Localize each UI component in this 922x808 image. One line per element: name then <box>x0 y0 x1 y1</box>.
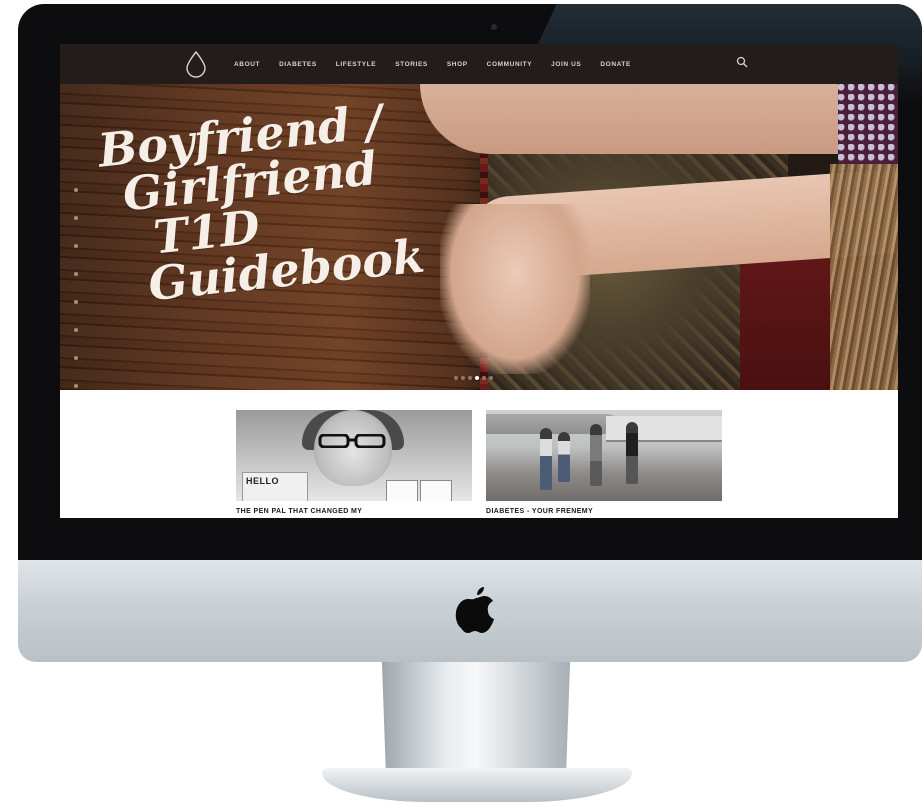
nav-item-join-us[interactable]: JOIN US <box>551 61 581 68</box>
girl-photo <box>314 410 392 486</box>
glasses-shape <box>318 434 386 448</box>
slider-dot[interactable] <box>468 376 472 380</box>
imac-stand-base <box>322 768 632 802</box>
nav-item-about[interactable]: ABOUT <box>234 61 260 68</box>
apple-logo-icon <box>455 587 494 633</box>
nav-item-stories[interactable]: STORIES <box>395 61 428 68</box>
nav-item-community[interactable]: COMMUNITY <box>487 61 532 68</box>
slider-pagination <box>454 376 493 380</box>
drop-icon[interactable] <box>184 50 208 78</box>
nav-item-donate[interactable]: DONATE <box>600 61 631 68</box>
building-photo <box>606 416 722 442</box>
website-screen: ABOUT DIABETES LIFESTYLE STORIES SHOP CO… <box>60 44 898 518</box>
nav-menu: ABOUT DIABETES LIFESTYLE STORIES SHOP CO… <box>234 44 650 84</box>
nav-item-diabetes[interactable]: DIABETES <box>279 61 317 68</box>
hero-photo-arm-top <box>420 84 898 154</box>
story-card-title[interactable]: DIABETES - YOUR FRENEMY <box>486 508 722 515</box>
slider-dot[interactable] <box>461 376 465 380</box>
slider-dot[interactable] <box>482 376 486 380</box>
slider-dot[interactable] <box>489 376 493 380</box>
hero-photo-hair <box>830 164 898 390</box>
story-card-image[interactable]: HELLO <box>236 410 472 501</box>
story-card[interactable]: HELLO THE PEN PAL THAT CHANGED MY <box>236 410 472 515</box>
slider-dot-active[interactable] <box>475 376 479 380</box>
nav-item-shop[interactable]: SHOP <box>447 61 468 68</box>
hero-side-markers <box>74 188 78 390</box>
hero-slider[interactable]: Boyfriend / Girlfriend T1D Guidebook <box>60 84 898 390</box>
hello-sign-text: HELLO <box>246 476 279 486</box>
story-card-title[interactable]: THE PEN PAL THAT CHANGED MY <box>236 508 472 515</box>
imac-stand <box>381 662 571 772</box>
hero-title[interactable]: Boyfriend / Girlfriend T1D Guidebook <box>96 90 473 311</box>
top-navbar: ABOUT DIABETES LIFESTYLE STORIES SHOP CO… <box>60 44 898 84</box>
nav-item-lifestyle[interactable]: LIFESTYLE <box>336 61 376 68</box>
camera-icon <box>491 24 497 30</box>
story-card-image[interactable] <box>486 410 722 501</box>
story-cards: HELLO THE PEN PAL THAT CHANGED MY DIABET… <box>60 390 898 518</box>
slider-dot[interactable] <box>454 376 458 380</box>
search-icon[interactable] <box>736 56 748 68</box>
story-card[interactable]: DIABETES - YOUR FRENEMY <box>486 410 722 515</box>
